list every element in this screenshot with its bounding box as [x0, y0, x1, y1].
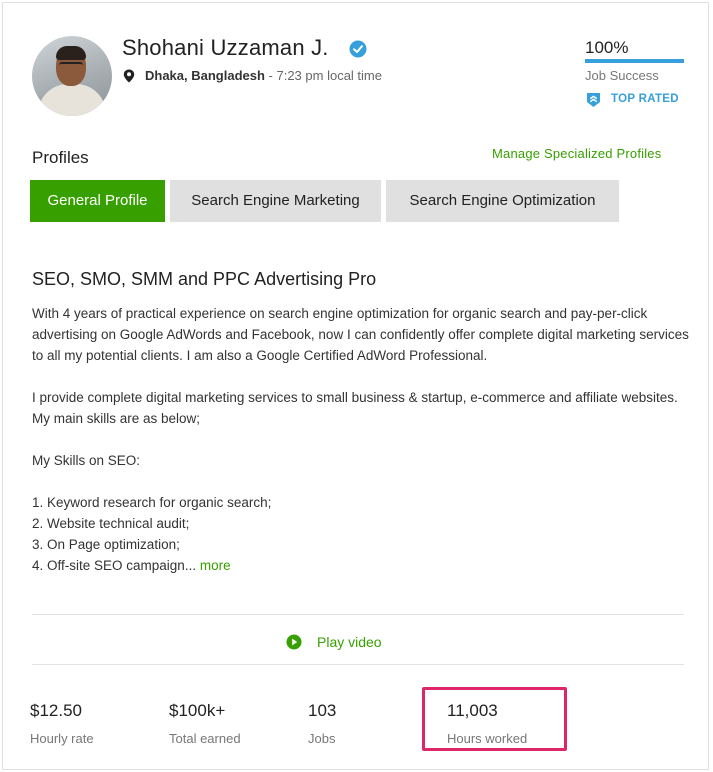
skill-item: 3. On Page optimization; — [32, 537, 180, 552]
avatar[interactable] — [32, 36, 112, 116]
description-paragraph: With 4 years of practical experience on … — [32, 306, 689, 363]
job-success-value: 100% — [585, 38, 629, 57]
stat-value: $12.50 — [30, 701, 82, 720]
stat-total-earned: $100k+ Total earned — [169, 701, 241, 746]
divider — [32, 614, 684, 615]
stat-value: 103 — [308, 701, 337, 720]
job-success-bar — [585, 59, 684, 63]
job-success-label: Job Success — [585, 68, 659, 83]
skill-item: 1. Keyword research for organic search; — [32, 495, 272, 510]
tab-search-engine-marketing[interactable]: Search Engine Marketing — [170, 180, 381, 222]
divider — [32, 664, 684, 665]
stat-label: Hourly rate — [30, 731, 94, 746]
description-paragraph: I provide complete digital marketing ser… — [32, 390, 678, 426]
profile-description: With 4 years of practical experience on … — [32, 303, 692, 576]
tab-general-profile[interactable]: General Profile — [30, 180, 165, 222]
tab-search-engine-optimization[interactable]: Search Engine Optimization — [386, 180, 619, 222]
location-pin-icon — [123, 69, 135, 83]
manage-specialized-profiles-link[interactable]: Manage Specialized Profiles — [492, 146, 661, 161]
skill-item: 2. Website technical audit; — [32, 516, 190, 531]
skill-item: 4. Off-site SEO campaign... — [32, 558, 197, 573]
profile-title: SEO, SMO, SMM and PPC Advertising Pro — [32, 269, 377, 289]
top-rated-badge: TOP RATED — [611, 93, 679, 105]
profiles-heading: Profiles — [32, 148, 89, 167]
stat-hourly-rate: $12.50 Hourly rate — [30, 701, 94, 746]
more-link[interactable]: more — [200, 558, 231, 573]
hours-worked-highlight-box — [422, 687, 567, 751]
stat-label: Total earned — [169, 731, 241, 746]
verified-check-icon — [349, 40, 367, 58]
job-success-fill — [585, 59, 684, 63]
freelancer-name: Shohani Uzzaman J. — [122, 35, 329, 60]
top-rated-shield-icon — [587, 93, 600, 107]
stat-value: $100k+ — [169, 701, 226, 720]
profile-card: Shohani Uzzaman J. Dhaka, Bangladesh - 7… — [2, 2, 709, 770]
play-video-link[interactable]: Play video — [317, 634, 382, 650]
location-city: Dhaka, Bangladesh — [145, 68, 265, 83]
location-text: Dhaka, Bangladesh - 7:23 pm local time — [145, 68, 382, 83]
stat-jobs: 103 Jobs — [308, 701, 336, 746]
play-icon[interactable] — [286, 634, 302, 650]
local-time: - 7:23 pm local time — [264, 68, 382, 83]
stat-label: Jobs — [308, 731, 336, 746]
skills-heading: My Skills on SEO: — [32, 453, 141, 468]
